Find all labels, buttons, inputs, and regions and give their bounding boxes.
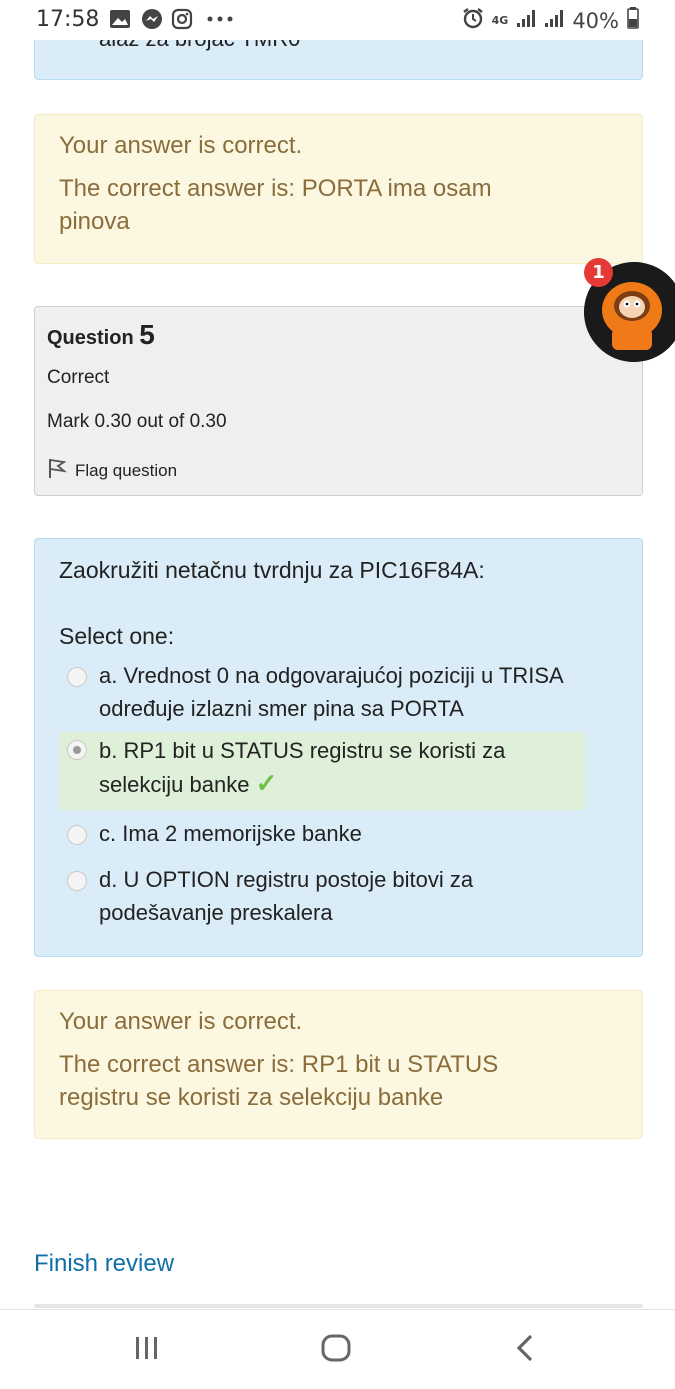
feedback-correct-text: Your answer is correct. <box>59 1008 303 1035</box>
answer-option-d[interactable]: d. U OPTION registru postoje bitovi za p… <box>59 863 585 929</box>
feedback-answer-text: The correct answer is: RP1 bit u STATUS … <box>59 1051 499 1111</box>
option-label: a. Vrednost 0 na odgovarajućoj poziciji … <box>99 663 563 721</box>
gallery-icon <box>108 8 132 30</box>
battery-icon <box>627 7 639 34</box>
notification-badge: 1 <box>584 258 613 287</box>
select-one-label: Select one: <box>59 623 175 649</box>
status-right: 4G 40% <box>462 7 639 34</box>
flag-icon <box>47 457 68 484</box>
finish-review-link[interactable]: Finish review <box>34 1250 174 1278</box>
signal-icon <box>516 8 536 33</box>
alarm-icon <box>462 7 484 34</box>
flag-question-label: Flag question <box>75 460 178 480</box>
question-number: 5 <box>139 319 155 350</box>
messenger-icon <box>140 8 164 30</box>
question-content: Zaokružiti netačnu tvrdnju za PIC16F84A:… <box>34 538 643 957</box>
question-title-prefix: Question <box>47 327 134 349</box>
question-feedback: Your answer is correct. The correct answ… <box>34 990 643 1139</box>
radio-button[interactable] <box>67 667 87 687</box>
navigation-bar <box>0 1309 675 1389</box>
clock: 17:58 <box>36 7 100 32</box>
more-icon <box>206 8 234 30</box>
question-state: Correct <box>47 367 110 388</box>
question-info: Question 5 Correct Mark 0.30 out of 0.30… <box>34 306 643 496</box>
option-label-wrap: b. RP1 bit u STATUS registru se koristi … <box>99 732 585 801</box>
radio-button[interactable] <box>67 740 87 760</box>
answer-option-a[interactable]: a. Vrednost 0 na odgovarajućoj poziciji … <box>59 659 585 725</box>
feedback-correct-text: Your answer is correct. <box>59 132 303 159</box>
correct-check-icon: ✓ <box>255 768 278 798</box>
option-label: d. U OPTION registru postoje bitovi za p… <box>99 867 474 925</box>
option-label: c. Ima 2 memorijske banke <box>99 821 362 846</box>
instagram-icon <box>170 8 194 30</box>
signal-icon <box>544 8 564 33</box>
status-bar: 17:58 4G 40% <box>0 0 675 40</box>
question-title: Question 5 <box>47 319 155 351</box>
recent-apps-icon[interactable] <box>133 1334 161 1367</box>
network-type: 4G <box>491 13 509 27</box>
home-icon[interactable] <box>320 1332 352 1369</box>
radio-button[interactable] <box>67 871 87 891</box>
bottom-divider <box>34 1304 643 1308</box>
previous-feedback: Your answer is correct. The correct answ… <box>34 114 643 264</box>
question-mark: Mark 0.30 out of 0.30 <box>47 411 227 432</box>
radio-button[interactable] <box>67 825 87 845</box>
answer-option-b[interactable]: b. RP1 bit u STATUS registru se koristi … <box>59 732 585 810</box>
question-prompt: Zaokružiti netačnu tvrdnju za PIC16F84A: <box>59 557 485 583</box>
feedback-answer-text: The correct answer is: PORTA ima osam pi… <box>59 175 492 235</box>
flag-question-link[interactable]: Flag question <box>47 457 177 484</box>
answer-option-c[interactable]: c. Ima 2 memorijske banke <box>59 817 585 850</box>
back-icon[interactable] <box>512 1332 538 1369</box>
battery-level: 40% <box>572 8 619 33</box>
option-label: b. RP1 bit u STATUS registru se koristi … <box>99 738 506 797</box>
